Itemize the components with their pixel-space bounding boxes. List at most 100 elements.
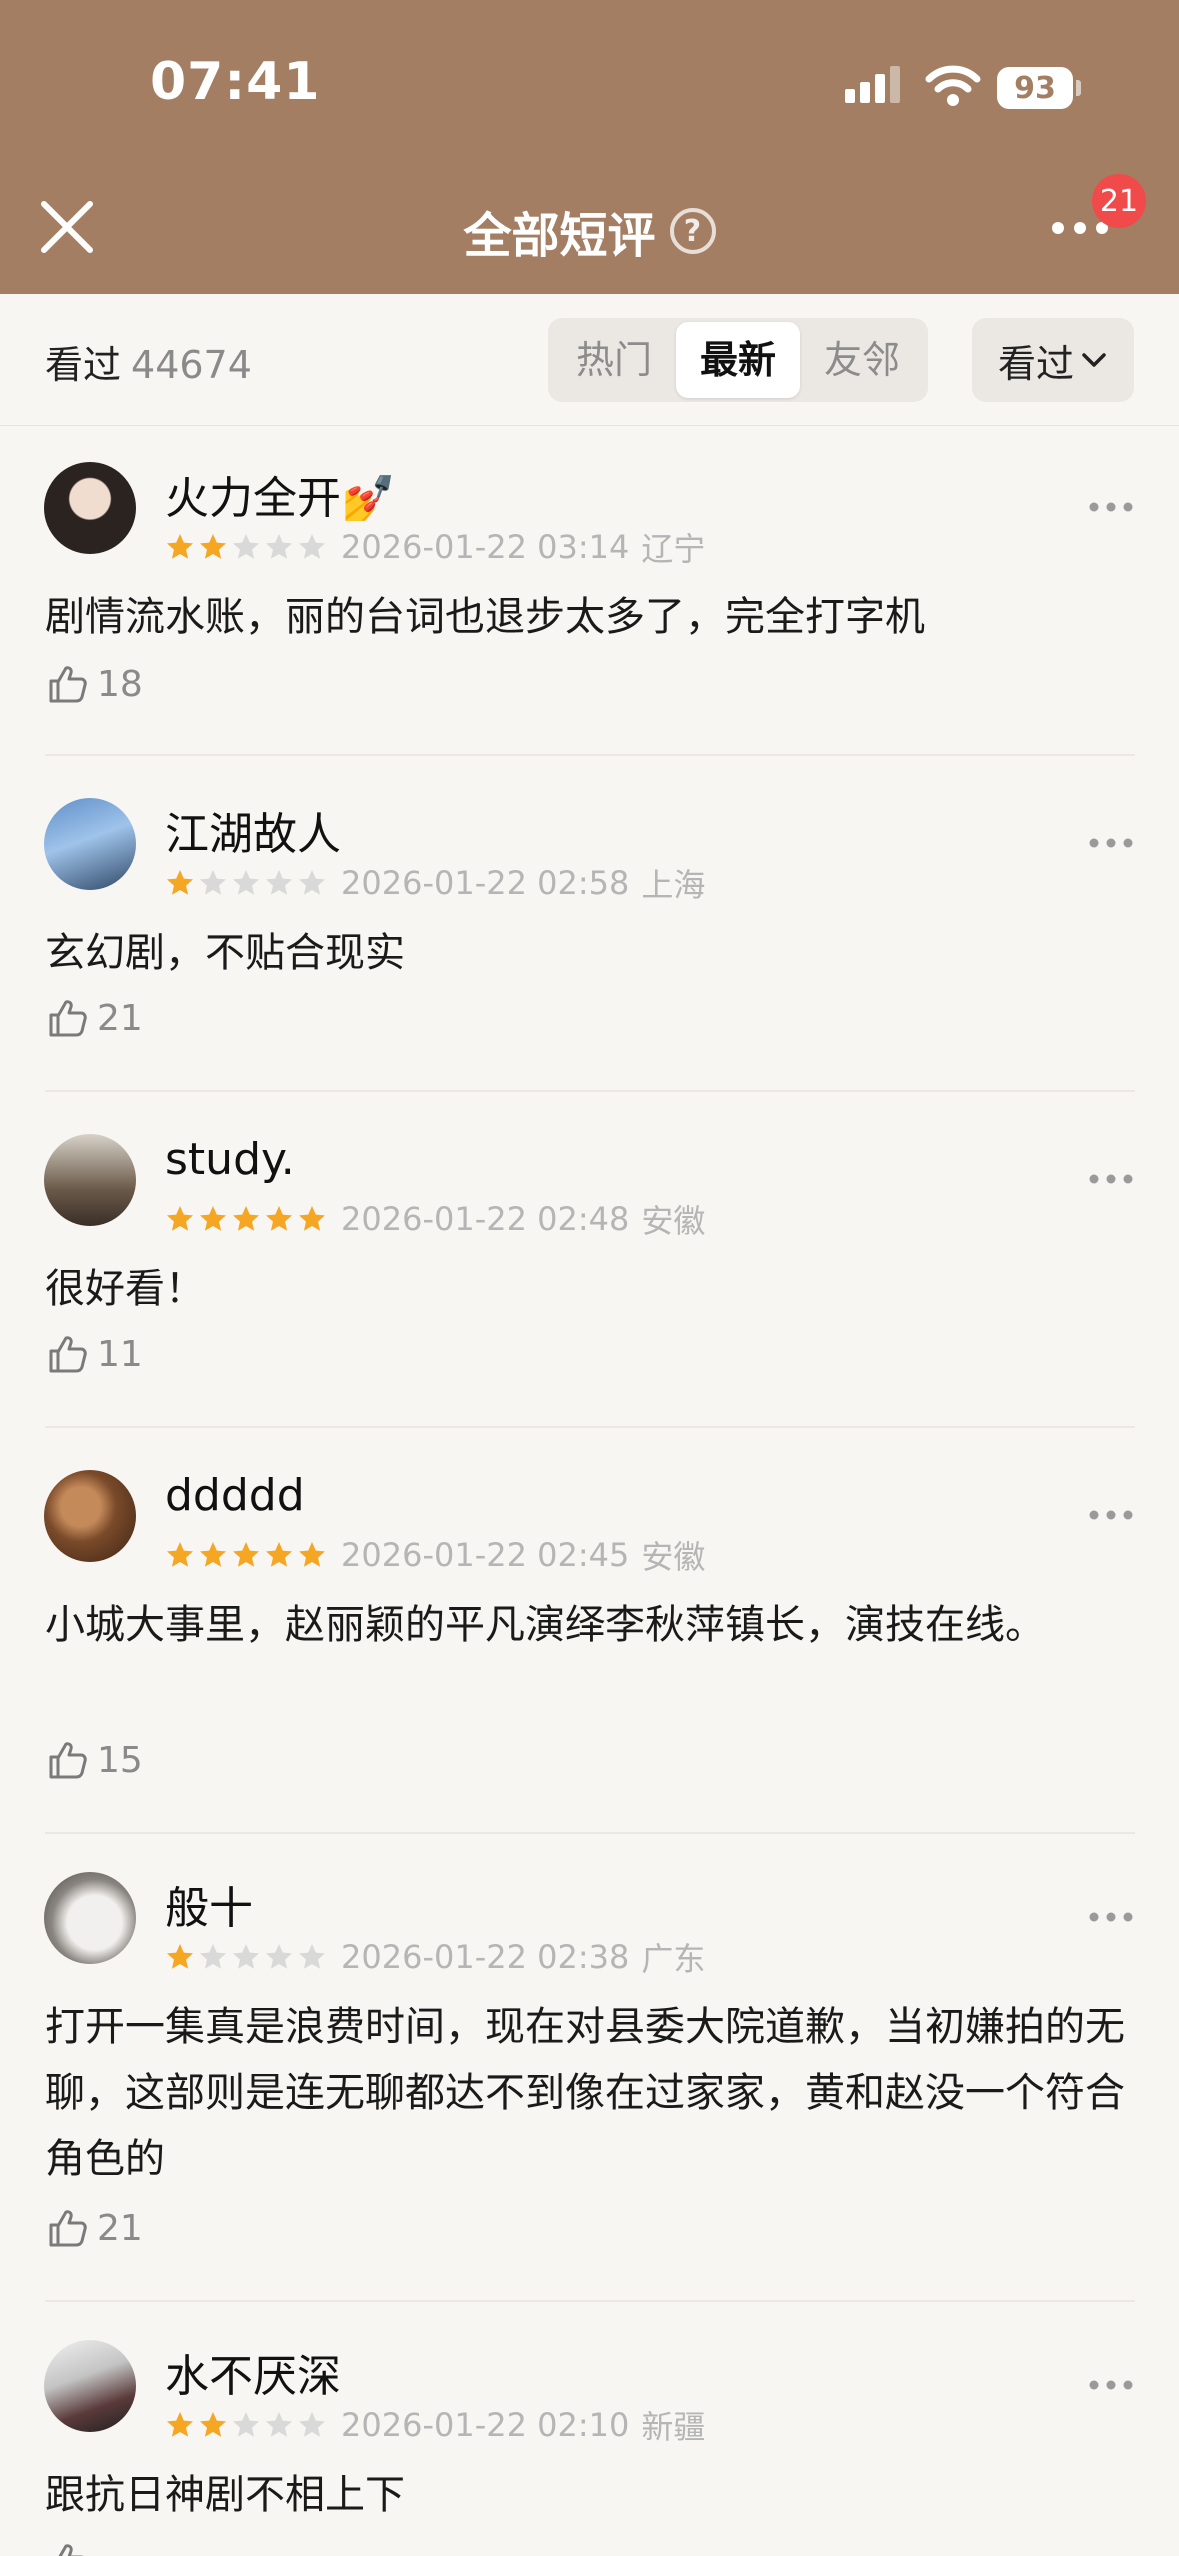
star-icon: [167, 2412, 193, 2437]
comment-more-icon[interactable]: [1088, 836, 1134, 850]
comment-time: 2026-01-22 02:10: [341, 2406, 630, 2444]
dropdown-label: 看过: [997, 341, 1074, 386]
star-icon: [200, 870, 226, 895]
comment-meta: 2026-01-22 02:45 安徽: [165, 1532, 705, 1578]
comment-more-icon[interactable]: [1088, 1508, 1134, 1522]
rating-stars: [165, 1204, 327, 1234]
comment-more-icon[interactable]: [1088, 2378, 1134, 2392]
like-button[interactable]: 11: [45, 1332, 143, 1376]
username[interactable]: study.: [165, 1134, 295, 1185]
divider: [45, 1426, 1135, 1428]
comment-location: 辽宁: [641, 530, 706, 568]
divider: [45, 2300, 1135, 2302]
like-count: 21: [97, 2207, 143, 2249]
star-icon: [200, 1542, 226, 1567]
help-icon[interactable]: ?: [669, 208, 716, 254]
like-button[interactable]: [45, 2540, 97, 2556]
star-icon: [233, 1944, 259, 1969]
star-icon: [233, 1206, 259, 1231]
star-icon: [266, 870, 292, 895]
avatar[interactable]: [44, 2340, 136, 2432]
star-icon: [233, 870, 259, 895]
watched-filter-dropdown[interactable]: 看过: [972, 318, 1134, 402]
comment-text: 很好看！: [45, 1266, 205, 1312]
star-icon: [299, 1944, 325, 1969]
comment-location: 上海: [641, 866, 706, 904]
sort-tabs: 热门 最新 友邻: [548, 318, 928, 402]
comment-meta: 2026-01-22 02:38 广东: [165, 1934, 705, 1980]
comment-meta: 2026-01-22 03:14 辽宁: [165, 524, 705, 570]
divider: [45, 1090, 1135, 1092]
like-icon: [49, 2210, 87, 2247]
like-icon: [49, 666, 87, 703]
avatar[interactable]: [44, 1134, 136, 1226]
star-icon: [167, 534, 193, 559]
header-bar: 07:41 93 全部短评 ? 21: [0, 0, 1179, 294]
avatar[interactable]: [44, 1872, 136, 1964]
comment-more-icon[interactable]: [1088, 500, 1134, 514]
comment-more-icon[interactable]: [1088, 1172, 1134, 1186]
comment-text: 打开一集真是浪费时间，现在对县委大院道歉，当初嫌拍的无聊，这部则是连无聊都达不到…: [45, 2004, 1125, 2182]
star-icon: [266, 2412, 292, 2437]
like-button[interactable]: 21: [45, 996, 143, 1040]
comment-text: 剧情流水账，丽的台词也退步太多了，完全打字机: [45, 594, 925, 640]
comment-time: 2026-01-22 02:58: [341, 864, 630, 902]
rating-stars: [165, 2410, 327, 2440]
star-icon: [299, 870, 325, 895]
username[interactable]: 江湖故人: [165, 798, 341, 862]
tab-latest[interactable]: 最新: [676, 322, 800, 398]
avatar[interactable]: [44, 1470, 136, 1562]
rating-stars: [165, 1942, 327, 1972]
tab-hot[interactable]: 热门: [552, 322, 676, 398]
comment-time: 2026-01-22 03:14: [341, 528, 630, 566]
divider: [45, 1832, 1135, 1834]
status-icons: [843, 60, 981, 110]
comment-time: 2026-01-22 02:45: [341, 1536, 630, 1574]
page-title: 全部短评: [463, 208, 656, 264]
star-icon: [167, 1944, 193, 1969]
like-count: 15: [97, 1739, 143, 1781]
watched-count: 44674: [131, 343, 252, 387]
avatar[interactable]: [44, 798, 136, 890]
rating-stars: [165, 532, 327, 562]
star-icon: [200, 2412, 226, 2437]
like-button[interactable]: 15: [45, 1738, 143, 1782]
star-icon: [233, 2412, 259, 2437]
divider: [45, 754, 1135, 756]
filter-bar: 看过 44674 热门 最新 友邻 看过: [0, 294, 1179, 426]
star-icon: [299, 534, 325, 559]
star-icon: [233, 534, 259, 559]
username[interactable]: 般十: [165, 1872, 253, 1936]
star-icon: [167, 870, 193, 895]
like-count: 18: [97, 663, 143, 705]
username[interactable]: 水不厌深: [165, 2340, 341, 2404]
star-icon: [200, 1944, 226, 1969]
rating-stars: [165, 1540, 327, 1570]
like-icon: [58, 2544, 84, 2556]
like-count: 11: [97, 1333, 143, 1375]
username[interactable]: 火力全开💅: [165, 462, 396, 526]
comment-location: 广东: [641, 1940, 706, 1978]
star-icon: [167, 1542, 193, 1567]
star-icon: [299, 1542, 325, 1567]
star-icon: [299, 1206, 325, 1231]
comment-location: 新疆: [641, 2408, 706, 2446]
like-icon: [49, 1336, 87, 1373]
like-icon: [49, 1742, 87, 1779]
tab-friends[interactable]: 友邻: [800, 322, 924, 398]
signal-icon: [845, 66, 900, 103]
star-icon: [167, 1206, 193, 1231]
watched-label: 看过: [45, 343, 122, 387]
avatar[interactable]: [44, 462, 136, 554]
comment-meta: 2026-01-22 02:58 上海: [165, 860, 705, 906]
like-button[interactable]: 21: [45, 2206, 143, 2250]
comment-text: 小城大事里，赵丽颖的平凡演绎李秋萍镇长，演技在线。: [45, 1602, 1045, 1648]
comment-location: 安徽: [641, 1538, 706, 1576]
comment-more-icon[interactable]: [1088, 1910, 1134, 1924]
star-icon: [266, 1206, 292, 1231]
like-button[interactable]: 18: [45, 662, 143, 706]
star-icon: [200, 1206, 226, 1231]
comment-text: 玄幻剧，不贴合现实: [45, 930, 405, 976]
comment-time: 2026-01-22 02:48: [341, 1200, 630, 1238]
username[interactable]: ddddd: [165, 1470, 305, 1521]
